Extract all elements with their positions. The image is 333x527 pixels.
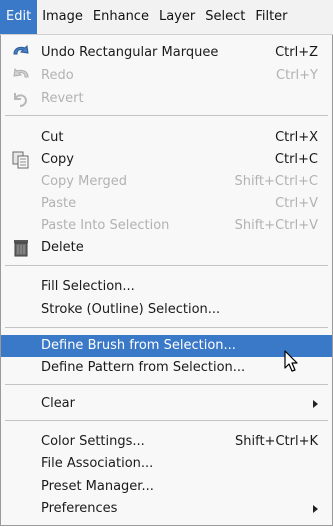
- copy-merged-item[interactable]: Copy Merged Shift+Ctrl+C: [1, 171, 332, 193]
- menubar-layer[interactable]: Layer: [154, 0, 200, 34]
- stroke-selection-item[interactable]: Stroke (Outline) Selection...: [1, 299, 332, 321]
- redo-shortcut: Ctrl+Y: [276, 68, 318, 83]
- preset-manager-item[interactable]: Preset Manager...: [1, 476, 332, 498]
- paste-label: Paste: [41, 196, 77, 211]
- undo-icon: [13, 44, 29, 55]
- redo-icon: [13, 67, 29, 78]
- menu-bar: Edit Image Enhance Layer Select Filter: [0, 0, 333, 35]
- redo-item[interactable]: Redo Ctrl+Y: [1, 65, 332, 87]
- delete-item[interactable]: Delete: [1, 237, 332, 259]
- cut-label: Cut: [41, 130, 64, 145]
- undo-item[interactable]: Undo Rectangular Marquee Ctrl+Z: [1, 42, 332, 64]
- paste-into-selection-item[interactable]: Paste Into Selection Shift+Ctrl+V: [1, 215, 332, 237]
- define-brush-item[interactable]: Define Brush from Selection...: [1, 335, 332, 357]
- revert-item[interactable]: Revert: [1, 88, 332, 110]
- paste-into-selection-shortcut: Shift+Ctrl+V: [234, 218, 318, 233]
- preferences-item[interactable]: Preferences: [1, 498, 332, 520]
- separator: [5, 327, 328, 328]
- undo-label: Undo Rectangular Marquee: [41, 45, 219, 60]
- edit-menu: Undo Rectangular Marquee Ctrl+Z Redo Ctr…: [0, 35, 333, 526]
- menubar-enhance[interactable]: Enhance: [88, 0, 154, 34]
- fill-selection-item[interactable]: Fill Selection...: [1, 276, 332, 298]
- color-settings-item[interactable]: Color Settings... Shift+Ctrl+K: [1, 431, 332, 453]
- revert-icon: [14, 93, 28, 107]
- delete-label: Delete: [41, 240, 84, 255]
- file-association-item[interactable]: File Association...: [1, 453, 332, 475]
- separator: [5, 384, 328, 385]
- copy-merged-label: Copy Merged: [41, 174, 127, 189]
- define-pattern-label: Define Pattern from Selection...: [41, 360, 246, 375]
- copy-item[interactable]: Copy Ctrl+C: [1, 149, 332, 171]
- mouse-cursor-icon: [284, 350, 298, 372]
- separator: [5, 265, 328, 266]
- paste-item[interactable]: Paste Ctrl+V: [1, 193, 332, 215]
- stroke-selection-label: Stroke (Outline) Selection...: [41, 302, 221, 317]
- menubar-image[interactable]: Image: [37, 0, 88, 34]
- paste-shortcut: Ctrl+V: [275, 196, 318, 211]
- clear-item[interactable]: Clear: [1, 393, 332, 415]
- paste-into-selection-label: Paste Into Selection: [41, 218, 170, 233]
- copy-label: Copy: [41, 152, 74, 167]
- submenu-arrow-icon: [313, 400, 318, 408]
- redo-label: Redo: [41, 68, 74, 83]
- cut-shortcut: Ctrl+X: [275, 130, 318, 145]
- separator: [5, 420, 328, 421]
- define-pattern-item[interactable]: Define Pattern from Selection...: [1, 357, 332, 379]
- preferences-label: Preferences: [41, 501, 118, 516]
- menubar-edit[interactable]: Edit: [0, 0, 38, 34]
- copy-merged-shortcut: Shift+Ctrl+C: [234, 174, 318, 189]
- file-association-label: File Association...: [41, 456, 154, 471]
- revert-label: Revert: [41, 91, 84, 106]
- trash-icon: [14, 240, 28, 257]
- clear-label: Clear: [41, 396, 75, 411]
- copy-shortcut: Ctrl+C: [274, 152, 318, 167]
- menubar-filter[interactable]: Filter: [250, 0, 292, 34]
- color-settings-shortcut: Shift+Ctrl+K: [235, 434, 318, 449]
- menubar-select[interactable]: Select: [200, 0, 250, 34]
- cut-item[interactable]: Cut Ctrl+X: [1, 127, 332, 149]
- define-brush-label: Define Brush from Selection...: [41, 338, 236, 353]
- copy-icon: [12, 151, 29, 169]
- color-settings-label: Color Settings...: [41, 434, 145, 449]
- separator: [5, 115, 328, 116]
- preset-manager-label: Preset Manager...: [41, 479, 154, 494]
- submenu-arrow-icon: [313, 505, 318, 513]
- fill-selection-label: Fill Selection...: [41, 279, 135, 294]
- undo-shortcut: Ctrl+Z: [275, 45, 318, 60]
